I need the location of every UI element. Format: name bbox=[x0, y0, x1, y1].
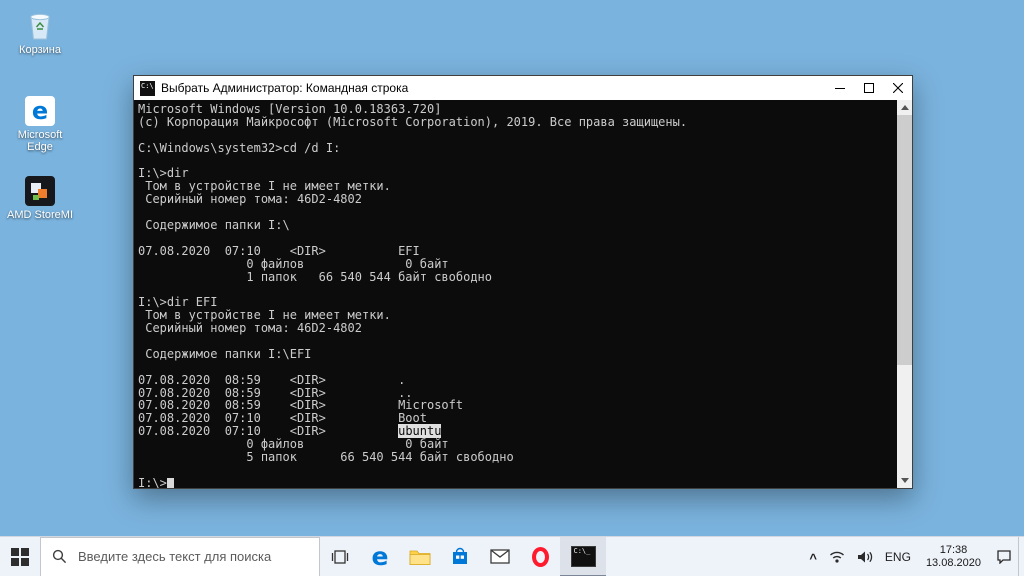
maximize-button[interactable] bbox=[854, 76, 883, 100]
desktop-icon-label: Корзина bbox=[4, 44, 76, 56]
screen: Корзина e Microsoft Edge AMD StoreMI C:\… bbox=[0, 0, 1024, 576]
window-controls bbox=[825, 76, 912, 100]
task-view-button[interactable] bbox=[320, 537, 360, 576]
task-view-icon bbox=[330, 549, 350, 565]
close-button[interactable] bbox=[883, 76, 912, 100]
console-scrollbar[interactable] bbox=[897, 100, 912, 488]
search-input[interactable] bbox=[76, 548, 308, 565]
edge-icon: e bbox=[372, 544, 389, 569]
mail-icon bbox=[490, 549, 510, 564]
desktop-icon-label: Microsoft Edge bbox=[4, 129, 76, 153]
start-button[interactable] bbox=[0, 537, 40, 576]
folder-icon bbox=[409, 548, 431, 566]
edge-icon: e bbox=[4, 92, 76, 126]
taskbar-edge[interactable]: e bbox=[360, 537, 400, 576]
scroll-thumb[interactable] bbox=[897, 115, 912, 365]
tray-date: 13.08.2020 bbox=[926, 557, 981, 570]
cmd-icon: C:\_ bbox=[571, 546, 596, 567]
opera-icon bbox=[532, 547, 549, 567]
tray-chevron-icon[interactable]: ^ bbox=[803, 539, 823, 576]
window-titlebar[interactable]: C:\ Выбрать Администратор: Командная стр… bbox=[134, 76, 912, 100]
taskbar-cmd-active[interactable]: C:\_ bbox=[560, 537, 606, 576]
desktop-icon-edge[interactable]: e Microsoft Edge bbox=[4, 92, 76, 153]
taskbar-clock[interactable]: 17:38 13.08.2020 bbox=[917, 537, 990, 576]
volume-icon[interactable] bbox=[851, 537, 879, 576]
cmd-window: C:\ Выбрать Администратор: Командная стр… bbox=[133, 75, 913, 489]
system-tray: ^ ENG 17:38 13.08.2020 bbox=[803, 537, 1024, 576]
language-indicator[interactable]: ENG bbox=[879, 537, 917, 576]
tray-time: 17:38 bbox=[926, 544, 981, 557]
network-icon[interactable] bbox=[823, 537, 851, 576]
minimize-button[interactable] bbox=[825, 76, 854, 100]
taskbar-search[interactable] bbox=[40, 537, 320, 576]
taskbar-file-explorer[interactable] bbox=[400, 537, 440, 576]
store-icon bbox=[451, 547, 469, 566]
desktop: Корзина e Microsoft Edge AMD StoreMI C:\… bbox=[0, 0, 1024, 536]
desktop-icon-recycle-bin[interactable]: Корзина bbox=[4, 7, 76, 56]
console[interactable]: Microsoft Windows [Version 10.0.18363.72… bbox=[134, 100, 912, 488]
taskbar-opera[interactable] bbox=[520, 537, 560, 576]
amd-storemi-icon bbox=[4, 172, 76, 206]
action-center-icon[interactable] bbox=[990, 537, 1018, 576]
windows-logo-icon bbox=[11, 548, 29, 566]
desktop-icon-label: AMD StoreMI bbox=[4, 209, 76, 221]
console-output: Microsoft Windows [Version 10.0.18363.72… bbox=[138, 102, 896, 488]
search-icon bbox=[52, 549, 67, 564]
desktop-icon-amd-storemi[interactable]: AMD StoreMI bbox=[4, 172, 76, 221]
show-desktop-button[interactable] bbox=[1018, 537, 1024, 576]
taskbar: e C:\_ bbox=[0, 536, 1024, 576]
cmd-icon: C:\ bbox=[140, 81, 155, 96]
window-title: Выбрать Администратор: Командная строка bbox=[161, 81, 825, 95]
scroll-down-arrow[interactable] bbox=[897, 473, 912, 488]
taskbar-mail[interactable] bbox=[480, 537, 520, 576]
scroll-up-arrow[interactable] bbox=[897, 100, 912, 115]
taskbar-store[interactable] bbox=[440, 537, 480, 576]
recycle-bin-icon bbox=[4, 7, 76, 41]
